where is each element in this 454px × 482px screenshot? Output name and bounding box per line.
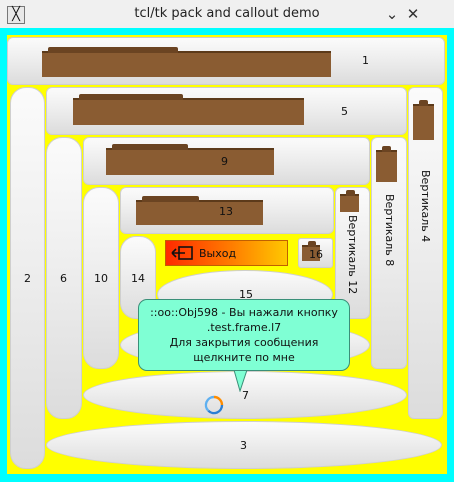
- button-vertical-8-label: Вертикаль 8: [383, 194, 396, 267]
- button-vertical-4[interactable]: Вертикаль 4: [408, 87, 443, 419]
- button-10-label: 10: [94, 272, 108, 285]
- callout-tail: [233, 370, 248, 392]
- button-10[interactable]: 10: [83, 187, 119, 369]
- folder-icon: [376, 146, 397, 182]
- button-9[interactable]: 9: [83, 137, 370, 185]
- button-1[interactable]: 1: [7, 37, 445, 85]
- button-1-label: 1: [362, 54, 369, 67]
- button-3-label: 3: [240, 439, 247, 452]
- button-6-label: 6: [60, 272, 67, 285]
- exit-button[interactable]: Выход: [165, 240, 288, 266]
- button-16[interactable]: 16: [298, 238, 333, 268]
- callout-line-1: ::oo::Obj598 - Вы нажали кнопку: [150, 306, 338, 319]
- folder-icon: [42, 47, 331, 77]
- button-5[interactable]: 5: [46, 87, 407, 135]
- folder-icon: [106, 144, 274, 175]
- refresh-spinner-icon: [204, 395, 224, 415]
- button-16-label: 16: [309, 248, 323, 261]
- callout-line-2: .test.frame.l7: [206, 321, 282, 334]
- exit-button-label: Выход: [199, 247, 237, 260]
- callout-message[interactable]: ::oo::Obj598 - Вы нажали кнопку .test.fr…: [138, 299, 350, 371]
- button-6[interactable]: 6: [46, 137, 82, 419]
- button-vertical-8[interactable]: Вертикаль 8: [371, 137, 407, 369]
- folder-icon: [413, 100, 434, 140]
- folder-icon: [136, 196, 263, 225]
- button-2[interactable]: 2: [10, 87, 45, 469]
- title-bar: ╳ tcl/tk pack and callout demo ⌄ ✕: [0, 0, 454, 29]
- button-14-label: 14: [131, 272, 145, 285]
- callout-line-4: щелкните по мне: [193, 351, 295, 364]
- minimize-icon[interactable]: ⌄: [382, 4, 402, 24]
- button-9-label: 9: [221, 155, 228, 168]
- button-5-label: 5: [341, 105, 348, 118]
- callout-line-3: Для закрытия сообщения: [169, 336, 319, 349]
- button-13[interactable]: 13: [120, 187, 334, 234]
- button-vertical-4-label: Вертикаль 4: [419, 170, 432, 243]
- close-icon[interactable]: ✕: [403, 4, 423, 24]
- folder-icon: [73, 94, 304, 125]
- button-2-label: 2: [24, 272, 31, 285]
- button-vertical-12-label: Вертикаль 12: [346, 215, 359, 295]
- button-13-label: 13: [219, 205, 233, 218]
- folder-icon: [340, 190, 359, 212]
- exit-icon: [171, 246, 193, 260]
- button-3[interactable]: 3: [46, 421, 442, 469]
